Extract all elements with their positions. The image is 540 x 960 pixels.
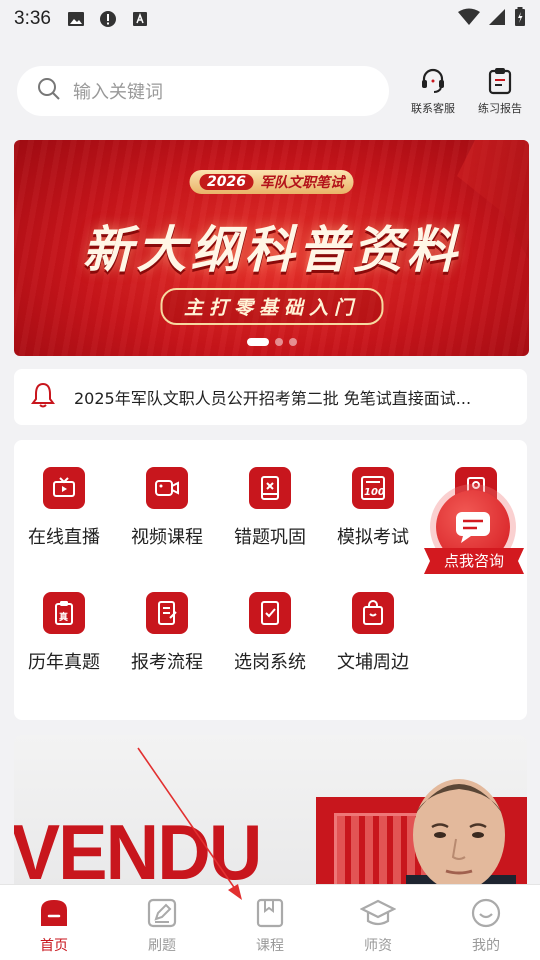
svg-text:100: 100	[364, 487, 385, 498]
past-papers-icon: 真	[43, 592, 85, 634]
banner-badge-text: 军队文职笔试	[259, 175, 344, 191]
font-notification-icon	[131, 10, 149, 28]
score-100-icon: 100	[352, 467, 394, 509]
consult-label: 点我咨询	[424, 548, 524, 574]
promo-image[interactable]: VENDU	[14, 735, 527, 885]
banner-headline: 新大纲科普资料	[82, 221, 461, 279]
wifi-icon	[458, 8, 480, 31]
status-bar: 3:36	[0, 0, 540, 38]
headset-icon	[405, 66, 461, 96]
signal-icon	[488, 8, 506, 31]
banner-badge-year: 2026	[199, 174, 254, 190]
contact-service-button[interactable]: 联系客服	[405, 66, 461, 116]
feature-wrong-questions[interactable]: 错题巩固	[220, 467, 320, 549]
wrong-book-icon	[249, 467, 291, 509]
live-tv-icon	[43, 467, 85, 509]
tab-profile-label: 我的	[472, 938, 500, 954]
smiley-icon	[432, 895, 540, 931]
battery-icon	[514, 6, 526, 32]
announcement-bar[interactable]: 2025年军队文职人员公开招考第二批 免笔试直接面试...	[14, 369, 527, 425]
graduation-cap-icon	[324, 895, 432, 931]
feature-position-select-label: 选岗系统	[234, 652, 306, 673]
search-placeholder: 输入关键词	[73, 82, 163, 103]
feature-wrong-questions-label: 错题巩固	[234, 527, 306, 548]
status-time: 3:36	[14, 8, 51, 29]
feature-live-label: 在线直播	[28, 527, 100, 548]
home-icon	[0, 895, 108, 931]
feature-past-papers-label: 历年真题	[28, 652, 100, 673]
announcement-text: 2025年军队文职人员公开招考第二批 免笔试直接面试...	[74, 389, 472, 408]
tab-profile[interactable]: 我的	[432, 885, 540, 960]
feature-mock-exam[interactable]: 100 模拟考试	[323, 467, 423, 549]
image-notification-icon	[67, 10, 85, 28]
carousel-indicator	[246, 338, 297, 346]
search-bar[interactable]: 输入关键词	[17, 66, 389, 116]
tab-courses[interactable]: 课程	[216, 885, 324, 960]
teacher-portrait	[406, 779, 516, 885]
edit-icon	[108, 895, 216, 931]
report-icon	[472, 66, 528, 96]
tab-teachers-label: 师资	[364, 938, 392, 954]
feature-apply-process[interactable]: 报考流程	[117, 592, 217, 674]
tab-home-label: 首页	[40, 938, 68, 954]
bottom-tab-bar: 首页 刷题 课程 师资 我的	[0, 884, 540, 960]
tab-home[interactable]: 首页	[0, 885, 108, 960]
feature-merch[interactable]: 文埔周边	[323, 592, 423, 674]
feature-mock-exam-label: 模拟考试	[337, 527, 409, 548]
banner-badge: 2026 军队文职笔试	[189, 170, 354, 194]
feature-video-course-label: 视频课程	[131, 527, 203, 548]
carousel-dot-active[interactable]	[246, 338, 269, 346]
bell-icon	[30, 381, 56, 413]
svg-text:真: 真	[59, 611, 68, 623]
tab-courses-label: 课程	[256, 938, 284, 954]
feature-merch-label: 文埔周边	[337, 652, 409, 673]
tab-teachers[interactable]: 师资	[324, 885, 432, 960]
tab-practice-label: 刷题	[148, 938, 176, 954]
video-camera-icon	[146, 467, 188, 509]
bookmark-book-icon	[216, 895, 324, 931]
feature-position-select[interactable]: 选岗系统	[220, 592, 320, 674]
feature-video-course[interactable]: 视频课程	[117, 467, 217, 549]
promo-word: VENDU	[14, 808, 262, 885]
alert-notification-icon	[99, 10, 117, 28]
promo-banner-carousel[interactable]: 2026 军队文职笔试 新大纲科普资料 主打零基础入门	[14, 140, 529, 356]
search-icon	[37, 77, 61, 105]
feature-past-papers[interactable]: 真 历年真题	[14, 592, 114, 674]
practice-report-label: 练习报告	[478, 102, 522, 115]
contact-service-label: 联系客服	[411, 102, 455, 115]
carousel-dot[interactable]	[288, 338, 297, 346]
feature-live[interactable]: 在线直播	[14, 467, 114, 549]
feature-apply-process-label: 报考流程	[131, 652, 203, 673]
tab-practice[interactable]: 刷题	[108, 885, 216, 960]
shopping-bag-icon	[352, 592, 394, 634]
banner-subline: 主打零基础入门	[159, 288, 384, 325]
carousel-dot[interactable]	[274, 338, 283, 346]
checklist-icon	[249, 592, 291, 634]
process-doc-icon	[146, 592, 188, 634]
practice-report-button[interactable]: 练习报告	[472, 66, 528, 116]
feature-grid: 在线直播 视频课程 错题巩固 100 模拟考试 真 历年真题 报考流程 选岗系统…	[14, 440, 527, 720]
consult-floating-button[interactable]: 点我咨询	[424, 490, 524, 578]
